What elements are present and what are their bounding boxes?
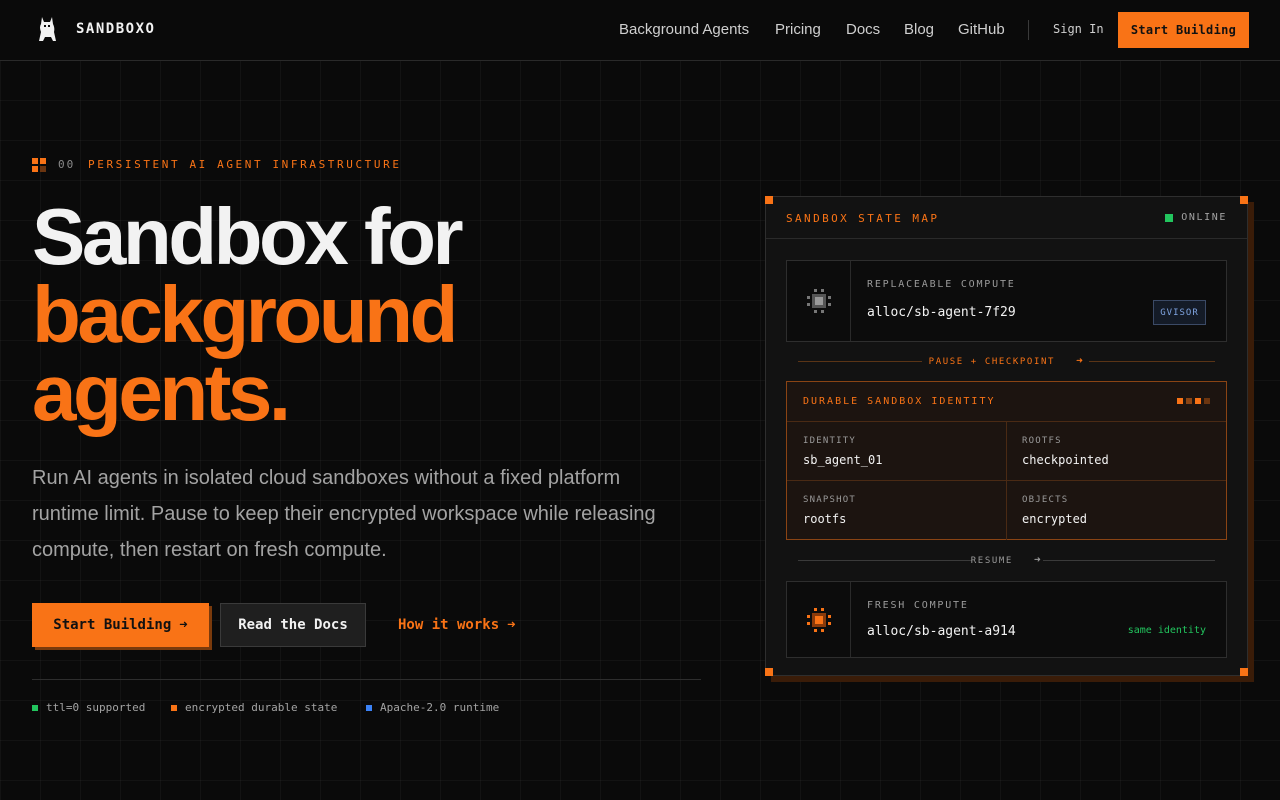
fresh-compute-label: FRESH COMPUTE — [867, 600, 969, 611]
feature-text: Apache-2.0 runtime — [380, 701, 500, 714]
sign-in-link[interactable]: Sign In — [1053, 22, 1104, 36]
start-building-button[interactable]: Start Building ➜ — [32, 603, 209, 647]
top-nav: SANDBOXO Background Agents Pricing Docs … — [0, 0, 1280, 61]
resume-transition: RESUME ➜ — [798, 553, 1215, 567]
fresh-compute-box: FRESH COMPUTE alloc/sb-agent-a914 same i… — [786, 581, 1227, 658]
corner-marker — [765, 668, 773, 676]
cpu-chip-icon — [807, 607, 831, 632]
headline-line-3: agents. — [32, 348, 291, 437]
arrow-right-icon: ➜ — [1076, 354, 1085, 367]
green-square-icon — [32, 704, 38, 711]
corner-marker — [1240, 668, 1248, 676]
nav-link-background-agents[interactable]: Background Agents — [619, 21, 749, 38]
sandbox-state-map-card: SANDBOX STATE MAP ONLINE REPLACEABLE COM… — [765, 196, 1248, 676]
card-header: SANDBOX STATE MAP ONLINE — [766, 197, 1247, 239]
pause-transition: PAUSE + CHECKPOINT ➜ — [798, 354, 1215, 368]
progress-dots-icon — [1177, 398, 1210, 404]
hero-description: Run AI agents in isolated cloud sandboxe… — [32, 467, 656, 561]
cat-logo-icon[interactable] — [36, 15, 58, 43]
rootfs-cell: ROOTFS checkpointed — [1006, 422, 1226, 481]
fresh-alloc-id: alloc/sb-agent-a914 — [867, 624, 1016, 639]
nav-link-pricing[interactable]: Pricing — [775, 21, 821, 38]
nav-link-github[interactable]: GitHub — [958, 21, 1005, 38]
eyebrow-number: 00 — [58, 158, 76, 171]
identity-cell: IDENTITY sb_agent_01 — [787, 422, 1007, 481]
compute-alloc-id: alloc/sb-agent-7f29 — [867, 305, 1016, 320]
snapshot-cell: SNAPSHOT rootfs — [787, 481, 1007, 540]
nav-link-docs[interactable]: Docs — [846, 21, 880, 38]
headline-line-2: background — [32, 270, 458, 359]
resume-label: RESUME ➜ — [970, 553, 1043, 566]
brand-name[interactable]: SANDBOXO — [76, 21, 155, 37]
same-identity-note: same identity — [1127, 625, 1206, 636]
objects-cell: OBJECTS encrypted — [1022, 495, 1088, 526]
durable-identity-box: DURABLE SANDBOX IDENTITY IDENTITY sb_age… — [786, 381, 1227, 540]
nav-link-blog[interactable]: Blog — [904, 21, 934, 38]
status-dot-icon — [1165, 213, 1174, 222]
orange-square-icon — [171, 704, 177, 711]
hero-divider — [32, 679, 701, 680]
blue-square-icon — [366, 704, 372, 711]
card-title: SANDBOX STATE MAP — [786, 212, 940, 225]
arrow-right-icon: ➜ — [1033, 553, 1043, 566]
how-it-works-link[interactable]: How it works ➜ — [398, 617, 516, 633]
replaceable-compute-box: REPLACEABLE COMPUTE alloc/sb-agent-7f29 … — [786, 260, 1227, 342]
feature-text: ttl=0 supported — [46, 701, 146, 714]
feature-item: Apache-2.0 runtime — [366, 701, 499, 714]
headline-line-1: Sandbox for — [32, 192, 464, 281]
hero-headline: Sandbox for background agents. — [32, 192, 464, 437]
compute-label: REPLACEABLE COMPUTE — [867, 279, 1016, 290]
feature-text: encrypted durable state — [185, 701, 338, 714]
runtime-badge: GVISOR — [1153, 300, 1206, 325]
read-docs-button[interactable]: Read the Docs — [220, 603, 366, 647]
nav-start-building-button[interactable]: Start Building — [1118, 12, 1249, 48]
feature-item: encrypted durable state — [171, 701, 337, 714]
how-it-works-label: How it works — [398, 617, 500, 633]
identity-title: DURABLE SANDBOX IDENTITY — [803, 396, 996, 407]
feature-item: ttl=0 supported — [32, 701, 145, 714]
start-building-label: Start Building — [53, 617, 172, 633]
arrow-right-icon: ➜ — [507, 617, 516, 633]
cpu-chip-icon — [807, 289, 831, 313]
status-text: ONLINE — [1181, 212, 1227, 223]
status-badge: ONLINE — [1165, 212, 1227, 223]
pause-label: PAUSE + CHECKPOINT ➜ — [928, 354, 1085, 367]
pixel-mark-icon — [32, 158, 46, 172]
eyebrow-text: PERSISTENT AI AGENT INFRASTRUCTURE — [88, 158, 402, 171]
nav-divider — [1028, 20, 1029, 40]
arrow-right-icon: ➜ — [179, 617, 188, 633]
